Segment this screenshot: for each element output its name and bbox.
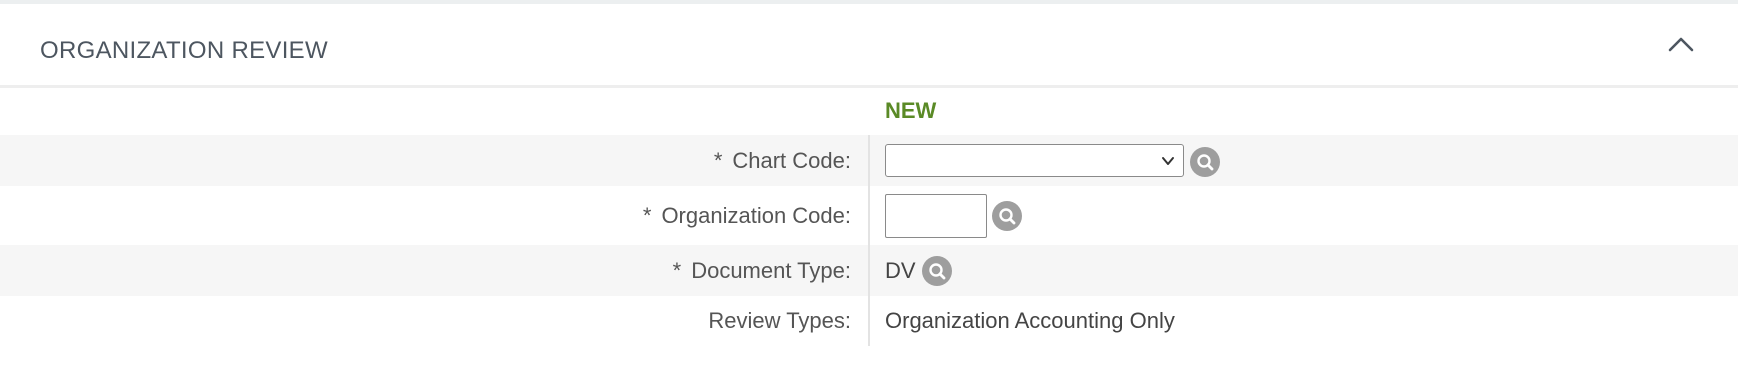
status-label: NEW [885,98,937,123]
document-type-label: * Document Type: [673,258,851,284]
organization-review-panel: ORGANIZATION REVIEW NEW * Chart Code: * Or… [0,0,1738,390]
chart-code-lookup-button[interactable] [1190,147,1220,177]
column-divider [868,135,870,346]
document-type-value: DV [885,258,916,283]
organization-code-label-text: Organization Code: [661,203,851,228]
required-marker: * [713,148,723,173]
document-type-label-text: Document Type: [691,258,851,283]
chart-code-label-text: Chart Code: [732,148,851,173]
chevron-down-icon [1162,157,1174,165]
review-types-value: Organization Accounting Only [885,308,1175,333]
document-type-lookup-button[interactable] [922,256,952,286]
chevron-up-icon [1668,37,1694,52]
search-icon [1197,154,1214,171]
section-title: ORGANIZATION REVIEW [40,37,328,64]
required-marker: * [672,258,682,283]
search-icon [999,208,1016,225]
organization-code-lookup-button[interactable] [992,201,1022,231]
collapse-button[interactable] [1666,32,1696,56]
required-marker: * [642,203,652,228]
section-header[interactable]: ORGANIZATION REVIEW [0,4,1738,88]
organization-code-input[interactable] [885,194,987,238]
organization-code-label: * Organization Code: [643,203,851,229]
review-types-label: Review Types: [708,308,851,333]
chart-code-label: * Chart Code: [714,148,851,174]
search-icon [929,263,946,280]
chart-code-select[interactable] [885,144,1184,177]
